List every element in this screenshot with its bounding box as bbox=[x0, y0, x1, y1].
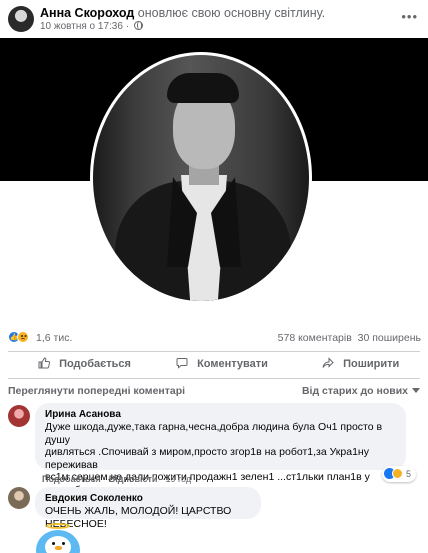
share-button[interactable]: Поширити bbox=[322, 357, 399, 375]
comment-button[interactable]: Коментувати bbox=[176, 357, 268, 375]
reaction-count[interactable]: 1,6 тис. bbox=[36, 332, 72, 344]
comment-reply-link[interactable]: Відповісти bbox=[109, 474, 158, 484]
comment-bubble: Евдокия Соколенко ОЧЕНЬ ЖАЛЬ, МОЛОДОЙ! Ц… bbox=[35, 487, 261, 530]
angel-penguin-sticker bbox=[32, 522, 84, 553]
comment-text-line: дивляться .Спочивай з миром,просто згор1… bbox=[45, 446, 369, 471]
more-options-button[interactable]: ••• bbox=[401, 9, 418, 24]
comment-actions: Подобається · Відповісти · 19 год bbox=[42, 474, 192, 484]
commenter-avatar[interactable] bbox=[8, 405, 30, 427]
post-header: Анна Скороход оновлює свою основну світл… bbox=[0, 0, 428, 38]
sad-icon bbox=[17, 331, 29, 343]
sad-icon bbox=[392, 468, 403, 479]
comment-bubble: Ирина Асанова Дуже шкода,дуже,така гарна… bbox=[35, 403, 406, 508]
comment-button-label: Коментувати bbox=[197, 358, 268, 370]
post-stats: 578 коментарів 30 поширень bbox=[278, 332, 421, 344]
view-previous-comments-link[interactable]: Переглянути попередні коментарі bbox=[8, 385, 185, 397]
author-name[interactable]: Анна Скороход bbox=[40, 6, 134, 20]
comment-text-line: Дуже шкода,дуже,така гарна,чесна,добра л… bbox=[45, 421, 383, 446]
share-arrow-icon bbox=[322, 357, 334, 368]
post-author-line: Анна Скороход оновлює свою основну світл… bbox=[40, 6, 325, 20]
profile-portrait bbox=[93, 55, 309, 301]
profile-picture bbox=[90, 52, 312, 304]
like-button[interactable]: Подобається bbox=[38, 357, 131, 375]
comment-reactions[interactable]: 5 bbox=[382, 466, 417, 482]
halo-icon bbox=[46, 523, 70, 529]
globe-icon bbox=[133, 21, 143, 30]
share-button-label: Поширити bbox=[343, 358, 400, 370]
post-date[interactable]: 10 жовтня о 17:36 bbox=[40, 21, 123, 32]
post-photo[interactable] bbox=[0, 38, 428, 324]
comment-sort-dropdown[interactable]: Від старих до нових bbox=[302, 385, 420, 397]
like-button-label: Подобається bbox=[59, 358, 131, 370]
caret-down-icon bbox=[412, 388, 420, 393]
thumbs-up-icon bbox=[38, 357, 50, 369]
comment-author[interactable]: Ирина Асанова bbox=[45, 408, 396, 421]
comment-icon bbox=[176, 358, 188, 369]
reactions-bar: 👍 1,6 тис. 578 коментарів 30 поширень bbox=[0, 326, 428, 348]
comment-reaction-count: 5 bbox=[406, 469, 412, 479]
share-count[interactable]: 30 поширень bbox=[358, 332, 421, 344]
commenter-avatar[interactable] bbox=[8, 487, 30, 509]
comment-time[interactable]: 19 год bbox=[165, 474, 191, 484]
post-meta: 10 жовтня о 17:36 · bbox=[40, 21, 143, 32]
comment-author[interactable]: Евдокия Соколенко bbox=[45, 492, 251, 505]
author-avatar[interactable] bbox=[8, 6, 34, 32]
post-actions: Подобається Коментувати Поширити bbox=[8, 351, 420, 379]
comment-sort-label: Від старих до нових bbox=[301, 385, 408, 397]
author-action: оновлює свою основну світлину. bbox=[137, 6, 326, 20]
comment-count[interactable]: 578 коментарів bbox=[278, 332, 352, 344]
meta-separator: · bbox=[125, 21, 130, 32]
comment-like-link[interactable]: Подобається bbox=[42, 474, 101, 484]
